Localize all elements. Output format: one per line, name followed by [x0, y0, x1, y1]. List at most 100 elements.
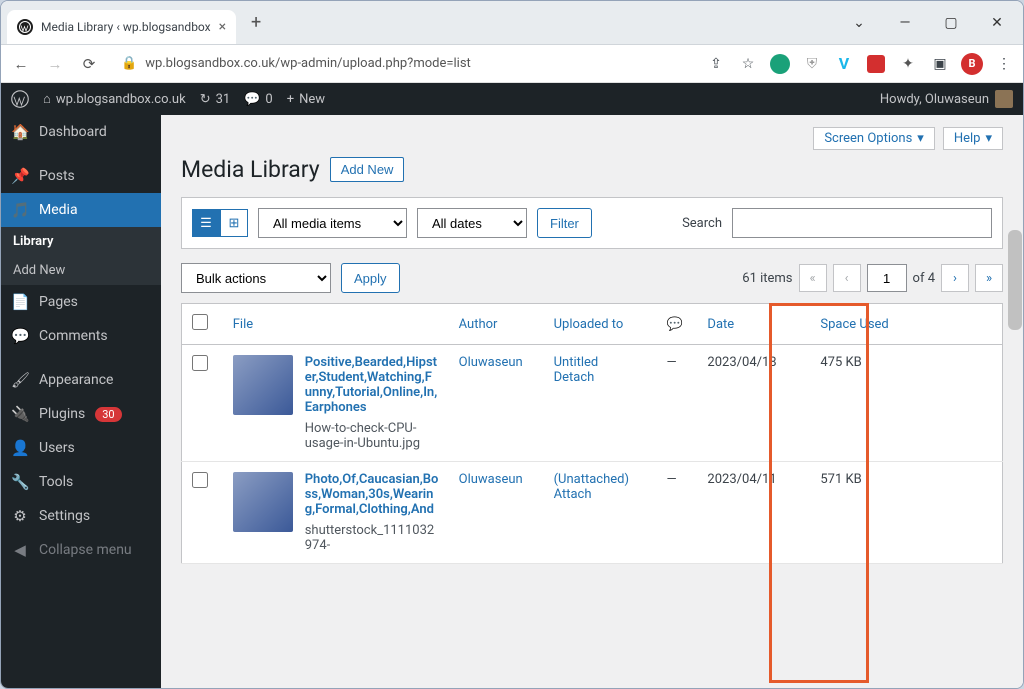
col-date[interactable]: Date	[697, 304, 810, 345]
author-link[interactable]: Oluwaseun	[459, 355, 523, 370]
media-type-select[interactable]: All media items	[258, 208, 407, 238]
list-view-button[interactable]: ☰	[192, 209, 220, 237]
wordpress-favicon	[17, 19, 33, 35]
dashboard-icon: 🏠	[11, 123, 29, 141]
media-title-link[interactable]: Photo,Of,Caucasian,Boss,Woman,30s,Wearin…	[305, 472, 439, 517]
table-row: Positive,Bearded,Hipster,Student,Watchin…	[182, 345, 1003, 462]
media-title-link[interactable]: Positive,Bearded,Hipster,Student,Watchin…	[305, 355, 439, 415]
new-tab-button[interactable]: +	[242, 9, 270, 37]
media-filter-bar: ☰ ⊞ All media items All dates Filter Sea…	[181, 197, 1003, 249]
uploaded-to-link[interactable]: Untitled	[554, 355, 647, 370]
url-input[interactable]: 🔒 wp.blogsandbox.co.uk/wp-admin/upload.p…	[111, 49, 695, 79]
uploaded-action-link[interactable]: Attach	[554, 487, 647, 502]
lock-icon: 🔒	[121, 56, 137, 71]
media-date: 2023/04/11	[697, 462, 810, 564]
forward-button[interactable]: →	[43, 52, 67, 76]
bulk-action-select[interactable]: Bulk actions	[181, 263, 331, 293]
row-checkbox[interactable]	[192, 355, 208, 371]
apply-button[interactable]: Apply	[341, 263, 400, 293]
gear-icon: ⚙	[11, 507, 29, 525]
col-uploaded[interactable]: Uploaded to	[544, 304, 657, 345]
updates-link[interactable]: ↻ 31	[200, 92, 231, 107]
filter-button[interactable]: Filter	[537, 208, 592, 238]
maximize-button[interactable]: ▢	[931, 7, 971, 39]
page-input[interactable]	[867, 264, 907, 292]
browser-titlebar: Media Library ‹ wp.blogsandbox × + ⌄ — ▢…	[1, 1, 1023, 45]
uploaded-action-link[interactable]: Detach	[554, 370, 647, 385]
help-button[interactable]: Help ▾	[943, 127, 1003, 150]
profile-avatar[interactable]: B	[961, 53, 983, 75]
media-thumbnail[interactable]	[233, 355, 293, 415]
comment-icon: 💬	[667, 317, 683, 332]
item-count: 61 items	[742, 271, 792, 286]
howdy-account[interactable]: Howdy, Oluwaseun	[880, 90, 1013, 108]
screen-options-button[interactable]: Screen Options ▾	[813, 127, 935, 150]
row-checkbox[interactable]	[192, 472, 208, 488]
date-select[interactable]: All dates	[417, 208, 527, 238]
comments-link[interactable]: 💬 0	[244, 92, 273, 107]
menu-posts[interactable]: 📌Posts	[1, 159, 161, 193]
chevron-down-icon: ▾	[985, 131, 992, 146]
media-icon: 🎵	[11, 201, 29, 219]
last-page-button[interactable]: »	[975, 264, 1003, 292]
menu-comments[interactable]: 💬Comments	[1, 319, 161, 353]
site-home-link[interactable]: ⌂ wp.blogsandbox.co.uk	[43, 91, 186, 107]
extension-green-icon[interactable]	[769, 53, 791, 75]
menu-plugins[interactable]: 🔌Plugins30	[1, 397, 161, 431]
share-icon[interactable]: ⇪	[705, 53, 727, 75]
menu-settings[interactable]: ⚙Settings	[1, 499, 161, 533]
star-icon[interactable]: ☆	[737, 53, 759, 75]
chevron-down-icon[interactable]: ⌄	[839, 7, 879, 39]
comment-count: —	[657, 462, 698, 564]
collapse-menu[interactable]: ◀Collapse menu	[1, 533, 161, 567]
menu-appearance[interactable]: 🖌Appearance	[1, 363, 161, 397]
reading-list-icon[interactable]: ▣	[929, 53, 951, 75]
tab-close-icon[interactable]: ×	[219, 19, 226, 35]
extensions-button[interactable]: ✦	[897, 53, 919, 75]
chevron-down-icon: ▾	[917, 131, 924, 146]
vimeo-icon[interactable]: V	[833, 53, 855, 75]
page-icon: 📄	[11, 293, 29, 311]
pin-icon: 📌	[11, 167, 29, 185]
add-new-button[interactable]: Add New	[330, 157, 405, 182]
submenu-library[interactable]: Library	[1, 227, 161, 256]
col-file[interactable]: File	[223, 304, 449, 345]
media-date: 2023/04/18	[697, 345, 810, 462]
select-all-checkbox[interactable]	[192, 314, 208, 330]
browser-tab[interactable]: Media Library ‹ wp.blogsandbox ×	[7, 10, 236, 44]
wp-logo[interactable]	[11, 90, 29, 108]
shield-icon[interactable]: ⛨	[801, 53, 823, 75]
minimize-button[interactable]: —	[885, 7, 925, 39]
new-content-link[interactable]: + New	[287, 92, 325, 107]
plus-icon: +	[287, 92, 294, 107]
user-icon: 👤	[11, 439, 29, 457]
col-author[interactable]: Author	[449, 304, 544, 345]
back-button[interactable]: ←	[9, 52, 33, 76]
col-space-used[interactable]: Space Used	[810, 304, 912, 345]
extension-red-icon[interactable]	[865, 53, 887, 75]
menu-tools[interactable]: 🔧Tools	[1, 465, 161, 499]
kebab-menu-icon[interactable]: ⋮	[993, 53, 1015, 75]
submenu-add-new[interactable]: Add New	[1, 256, 161, 285]
media-thumbnail[interactable]	[233, 472, 293, 532]
page-total: of 4	[913, 271, 935, 286]
search-input[interactable]	[732, 208, 992, 238]
col-comments[interactable]: 💬	[657, 304, 698, 345]
scrollbar[interactable]	[1008, 230, 1022, 330]
reload-button[interactable]: ⟳	[77, 52, 101, 76]
comment-icon: 💬	[244, 92, 260, 107]
next-page-button[interactable]: ›	[941, 264, 969, 292]
grid-view-button[interactable]: ⊞	[220, 209, 248, 237]
space-used-value: 571 KB	[810, 462, 912, 564]
author-link[interactable]: Oluwaseun	[459, 472, 523, 487]
menu-dashboard[interactable]: 🏠Dashboard	[1, 115, 161, 149]
close-window-button[interactable]: ✕	[977, 7, 1017, 39]
menu-pages[interactable]: 📄Pages	[1, 285, 161, 319]
media-table: File Author Uploaded to 💬 Date Space Use…	[181, 303, 1003, 564]
menu-users[interactable]: 👤Users	[1, 431, 161, 465]
first-page-button[interactable]: «	[799, 264, 827, 292]
uploaded-to-link[interactable]: (Unattached)	[554, 472, 647, 487]
tab-title: Media Library ‹ wp.blogsandbox	[41, 20, 211, 34]
prev-page-button[interactable]: ‹	[833, 264, 861, 292]
menu-media[interactable]: 🎵Media	[1, 193, 161, 227]
